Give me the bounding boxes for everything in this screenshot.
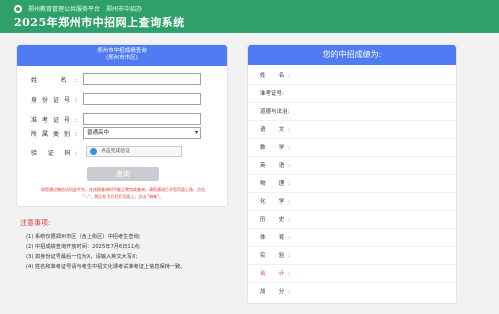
hint-line-2: "..."，然后在下方打开页面上，点击 "刷新"。 xyxy=(82,194,164,199)
score-row-math: 数 学: xyxy=(248,139,456,157)
score-label-bonus: 加 分: xyxy=(260,289,290,295)
score-label-english: 英 语: xyxy=(260,163,290,169)
verify-shield-icon xyxy=(90,148,97,155)
score-label-history: 历 史: xyxy=(260,217,290,223)
category-select[interactable]: 普通高中 xyxy=(83,127,201,139)
id-label: 身份证号: xyxy=(31,97,77,104)
score-panel-title: 您的中招成绩为: xyxy=(248,45,456,65)
score-label-chemistry: 化 学: xyxy=(260,199,290,205)
id-row: 身份证号: xyxy=(17,93,227,107)
score-row-pe: 体 育: xyxy=(248,229,456,247)
score-row-chemistry: 化 学: xyxy=(248,193,456,211)
score-label-name: 姓 名: xyxy=(260,73,290,79)
category-row: 所属类别: 普通高中 xyxy=(17,127,227,141)
notice-item: (2) 中招成绩查询开放时间：2025年7月6日11点; xyxy=(26,244,141,250)
header-top-bar: 郑州教育管理公共服务平台 郑州市中招办 xyxy=(14,4,142,13)
query-panel-title: 郑州市中招成绩查询 xyxy=(97,48,147,54)
notice-item: (3) 如身份证号最后一位为X，请输入英文大写X; xyxy=(26,254,138,260)
platform-name-link[interactable]: 郑州教育管理公共服务平台 xyxy=(28,4,100,13)
score-row-total: 合 计: xyxy=(248,265,456,283)
score-label-chinese: 语 文: xyxy=(260,127,290,133)
query-button[interactable]: 查询 xyxy=(87,167,159,181)
score-row-name: 姓 名: xyxy=(248,67,456,85)
category-label: 所属类别: xyxy=(31,131,77,138)
notice-item: (1) 系统仅限郑州市区（含上街区）中招考生查询; xyxy=(26,234,141,240)
platform-logo-icon xyxy=(14,4,22,13)
site-header: 郑州教育管理公共服务平台 郑州市中招办 2025年郑州市中招网上查询系统 xyxy=(0,0,499,33)
score-label-total: 合 计: xyxy=(260,271,290,277)
exam-no-label: 准考证号: xyxy=(31,117,77,124)
score-row-chinese: 语 文: xyxy=(248,121,456,139)
score-row-exam-no: 准考证号: xyxy=(248,85,456,103)
score-row-experiment: 实 验: xyxy=(248,247,456,265)
score-label-experiment: 实 验: xyxy=(260,253,290,259)
score-row-morality: 道德与法治: xyxy=(248,103,456,121)
wechat-hint: 如您通过微信访问此平台，在成绩查询时不能正常完成查询，请您滚动打开您页面上角，点… xyxy=(31,186,215,200)
captcha-verify-button[interactable]: 点击完成验证 xyxy=(86,146,182,157)
name-input[interactable] xyxy=(83,73,201,85)
score-row-physics: 物 理: xyxy=(248,175,456,193)
page-title: 2025年郑州市中招网上查询系统 xyxy=(14,16,185,29)
query-panel: 郑州市中招成绩查询 (郑州市市区) 姓 名: 身份证号: 准考证号: 所属类别:… xyxy=(16,44,228,207)
notice-item: (4) 姓名和准考证号请与考生中招文化课考试准考证上信息保持一致。 xyxy=(26,264,186,270)
score-label-exam-no: 准考证号: xyxy=(260,91,284,97)
verify-label: 点击完成验证 xyxy=(101,149,130,154)
score-label-math: 数 学: xyxy=(260,145,290,151)
hint-line-1: 如您通过微信访问此平台，在成绩查询时不能正常完成查询，请您滚动打开您页面上角，点… xyxy=(41,187,205,192)
score-label-physics: 物 理: xyxy=(260,181,290,187)
score-row-english: 英 语: xyxy=(248,157,456,175)
notice-section: 注意事项: (1) 系统仅限郑州市区（含上街区）中招考生查询; (2) 中招成绩… xyxy=(20,218,235,272)
query-panel-subtitle: (郑州市市区) xyxy=(106,55,138,61)
score-panel: 您的中招成绩为: 姓 名: 准考证号: 道德与法治: 语 文: 数 学: 英 语… xyxy=(247,44,457,304)
query-panel-header: 郑州市中招成绩查询 (郑州市市区) xyxy=(17,45,227,66)
score-row-bonus: 加 分: xyxy=(248,283,456,301)
exam-no-row: 准考证号: xyxy=(17,113,227,127)
name-row: 姓 名: xyxy=(17,73,227,87)
sub-site-link[interactable]: 郑州市中招办 xyxy=(106,4,142,13)
notice-title: 注意事项: xyxy=(20,219,51,227)
score-row-history: 历 史: xyxy=(248,211,456,229)
name-label: 姓 名: xyxy=(31,77,77,84)
exam-no-input[interactable] xyxy=(83,113,201,125)
score-label-pe: 体 育: xyxy=(260,235,290,241)
score-label-morality: 道德与法治: xyxy=(260,109,290,115)
id-number-input[interactable] xyxy=(83,93,201,105)
captcha-label: 验 证 码: xyxy=(31,150,77,157)
